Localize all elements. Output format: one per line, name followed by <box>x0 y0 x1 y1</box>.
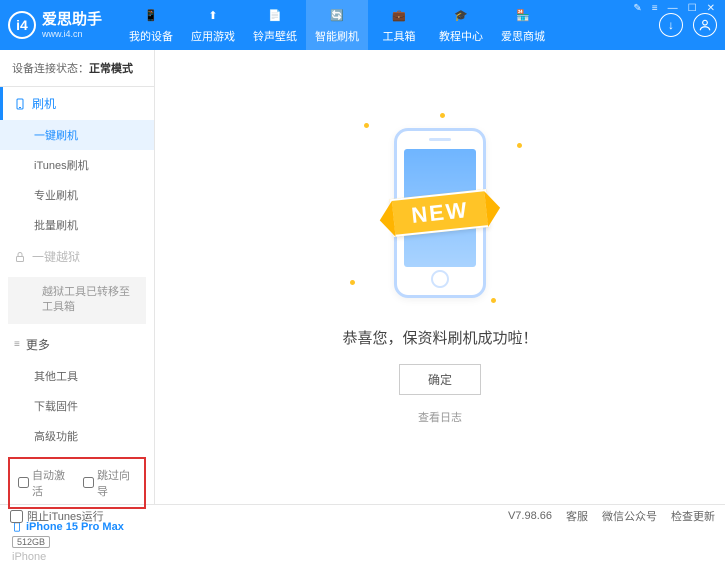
nav-icon: 💼 <box>390 7 408 25</box>
success-text: 恭喜您，保资料刷机成功啦！ <box>342 327 537 348</box>
storage-badge: 512GB <box>12 536 50 548</box>
skin-button[interactable]: ✎ <box>631 3 643 14</box>
version-label: V7.98.66 <box>508 510 552 522</box>
wechat-link[interactable]: 微信公众号 <box>602 508 657 524</box>
section-more[interactable]: ≡ 更多 <box>0 328 154 361</box>
close-button[interactable]: ✕ <box>705 3 717 14</box>
success-illustration: NEW <box>340 113 540 313</box>
main-panel: NEW 恭喜您，保资料刷机成功啦！ 确定 查看日志 <box>155 50 725 504</box>
nav-icon: 📄 <box>266 7 284 25</box>
logo[interactable]: i4 爱思助手 www.i4.cn <box>8 11 102 40</box>
nav-item-5[interactable]: 🎓教程中心 <box>430 0 492 50</box>
connection-status: 设备连接状态：正常模式 <box>0 50 154 87</box>
section-jailbreak[interactable]: 一键越狱 <box>0 240 154 273</box>
options-box: 自动激活 跳过向导 <box>8 457 146 509</box>
download-button[interactable]: ↓ <box>659 13 683 37</box>
titlebar: i4 爱思助手 www.i4.cn 📱我的设备⬆应用游戏📄铃声壁纸🔄智能刷机💼工… <box>0 0 725 50</box>
window-controls: ✎ ≡ — ☐ ✕ <box>631 3 717 14</box>
nav-bar: 📱我的设备⬆应用游戏📄铃声壁纸🔄智能刷机💼工具箱🎓教程中心🏪爱思商城 <box>120 0 659 50</box>
app-title: 爱思助手 <box>42 11 102 29</box>
nav-item-4[interactable]: 💼工具箱 <box>368 0 430 50</box>
menu-button[interactable]: ≡ <box>650 3 660 14</box>
user-icon <box>698 18 712 32</box>
minimize-button[interactable]: — <box>666 3 680 14</box>
device-type: iPhone <box>12 551 142 563</box>
lock-icon <box>14 251 26 263</box>
auto-activate-checkbox[interactable]: 自动激活 <box>18 467 71 499</box>
nav-item-0[interactable]: 📱我的设备 <box>120 0 182 50</box>
nav-item-1[interactable]: ⬆应用游戏 <box>182 0 244 50</box>
nav-icon: 🔄 <box>328 7 346 25</box>
support-link[interactable]: 客服 <box>566 508 588 524</box>
sidebar-item-高级功能[interactable]: 高级功能 <box>0 421 154 451</box>
user-button[interactable] <box>693 13 717 37</box>
update-link[interactable]: 检查更新 <box>671 508 715 524</box>
nav-item-3[interactable]: 🔄智能刷机 <box>306 0 368 50</box>
sidebar: 设备连接状态：正常模式 刷机 一键刷机iTunes刷机专业刷机批量刷机 一键越狱… <box>0 50 155 504</box>
section-flash[interactable]: 刷机 <box>0 87 154 120</box>
ok-button[interactable]: 确定 <box>399 364 481 395</box>
sidebar-item-专业刷机[interactable]: 专业刷机 <box>0 180 154 210</box>
nav-item-6[interactable]: 🏪爱思商城 <box>492 0 554 50</box>
nav-icon: 🎓 <box>452 7 470 25</box>
app-url: www.i4.cn <box>42 29 102 40</box>
view-log-link[interactable]: 查看日志 <box>418 409 462 425</box>
sidebar-item-一键刷机[interactable]: 一键刷机 <box>0 120 154 150</box>
skip-guide-checkbox[interactable]: 跳过向导 <box>83 467 136 499</box>
block-itunes-checkbox[interactable]: 阻止iTunes运行 <box>10 508 104 524</box>
sidebar-item-下载固件[interactable]: 下载固件 <box>0 391 154 421</box>
jailbreak-note: 越狱工具已转移至工具箱 <box>8 277 146 324</box>
sidebar-item-其他工具[interactable]: 其他工具 <box>0 361 154 391</box>
hamburger-icon: ≡ <box>14 339 20 350</box>
nav-item-2[interactable]: 📄铃声壁纸 <box>244 0 306 50</box>
logo-icon: i4 <box>8 11 36 39</box>
nav-icon: 🏪 <box>514 7 532 25</box>
sidebar-item-iTunes刷机[interactable]: iTunes刷机 <box>0 150 154 180</box>
phone-icon <box>14 98 26 110</box>
maximize-button[interactable]: ☐ <box>686 3 699 14</box>
sidebar-item-批量刷机[interactable]: 批量刷机 <box>0 210 154 240</box>
download-icon: ↓ <box>668 18 674 32</box>
nav-icon: 📱 <box>142 7 160 25</box>
titlebar-right: ↓ <box>659 13 717 37</box>
nav-icon: ⬆ <box>204 7 222 25</box>
